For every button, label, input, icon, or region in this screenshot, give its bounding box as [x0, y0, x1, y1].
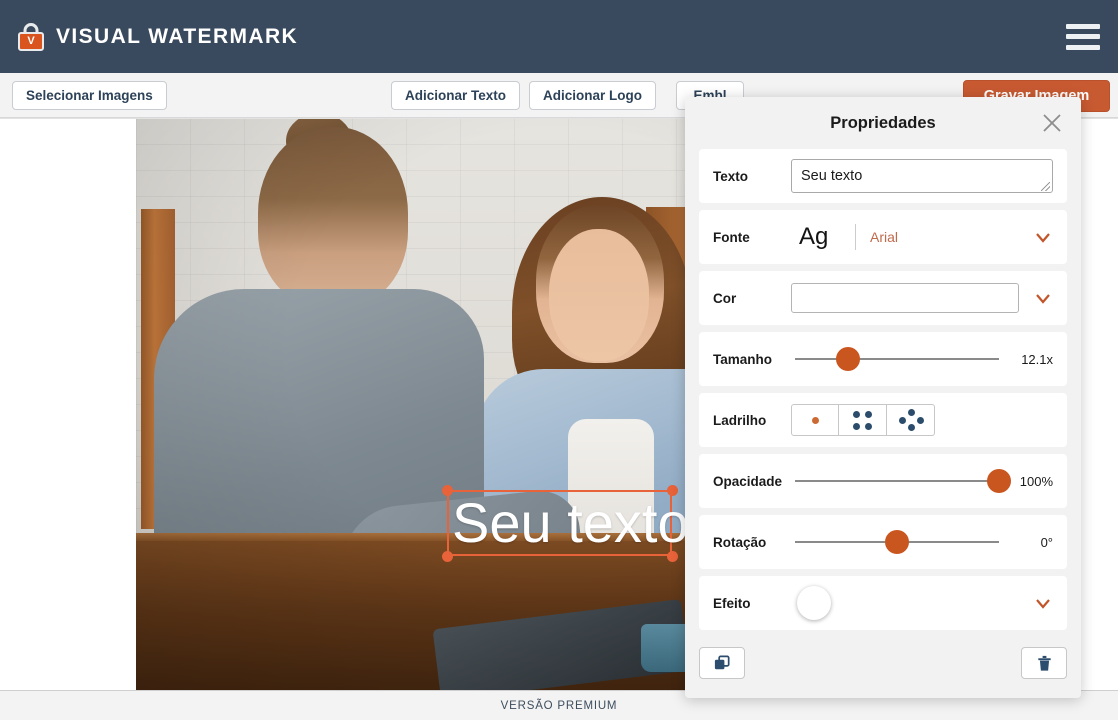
tile-option-single[interactable]	[791, 404, 839, 436]
effect-label: Efeito	[713, 595, 751, 611]
text-input-value: Seu texto	[801, 168, 863, 184]
chevron-down-icon[interactable]	[1033, 227, 1053, 247]
text-label: Texto	[713, 168, 749, 184]
row-color: Cor	[699, 271, 1067, 325]
size-slider[interactable]	[795, 347, 999, 371]
add-text-button[interactable]: Adicionar Texto	[391, 81, 521, 110]
row-tile: Ladrilho	[699, 393, 1067, 447]
delete-button[interactable]	[1021, 647, 1067, 679]
resize-grip-icon[interactable]	[1041, 182, 1050, 191]
tile-mode-group	[791, 404, 935, 436]
chevron-down-icon[interactable]	[1033, 593, 1053, 613]
duplicate-icon	[714, 655, 730, 669]
row-text: Texto Seu texto	[699, 149, 1067, 203]
grid-dots-icon	[853, 410, 872, 430]
add-logo-button[interactable]: Adicionar Logo	[529, 81, 656, 110]
row-font: Fonte Ag Arial	[699, 210, 1067, 264]
size-value: 12.1x	[1021, 351, 1053, 367]
trash-icon	[1037, 655, 1051, 671]
diamond-dots-icon	[898, 409, 924, 431]
font-select-value[interactable]: Arial	[870, 229, 1033, 245]
chevron-down-icon[interactable]	[1033, 288, 1053, 308]
effect-toggle[interactable]	[797, 586, 831, 620]
size-label: Tamanho	[713, 351, 773, 367]
opacity-value: 100%	[1019, 473, 1053, 489]
tile-option-diamond[interactable]	[887, 404, 935, 436]
panel-header: Propriedades	[685, 97, 1081, 149]
watermark-handle-bottom-left[interactable]	[442, 551, 453, 562]
page-title: Propriedades	[830, 113, 936, 132]
photo-person-b-face	[549, 229, 649, 361]
row-size: Tamanho 12.1x	[699, 332, 1067, 386]
panel-footer	[685, 637, 1081, 699]
font-preview: Ag	[799, 223, 829, 250]
color-label: Cor	[713, 290, 737, 306]
watermark-handle-top-right[interactable]	[667, 485, 678, 496]
select-images-button[interactable]: Selecionar Imagens	[12, 81, 167, 110]
rotation-slider-knob[interactable]	[885, 530, 909, 554]
tile-label: Ladrilho	[713, 412, 767, 428]
watermark-handle-top-left[interactable]	[442, 485, 453, 496]
properties-panel: Propriedades Texto Seu texto Fonte Ag Ar…	[685, 97, 1081, 698]
single-dot-icon	[811, 416, 819, 424]
rotation-label: Rotação	[713, 534, 767, 550]
hamburger-menu-icon[interactable]	[1066, 23, 1100, 50]
watermark-text[interactable]: Seu texto	[452, 493, 689, 553]
rotation-slider[interactable]	[795, 530, 999, 554]
color-swatch[interactable]	[791, 283, 1019, 313]
opacity-slider[interactable]	[795, 469, 1011, 493]
font-label: Fonte	[713, 229, 750, 245]
premium-version-label: VERSÃO PREMIUM	[500, 699, 618, 712]
divider	[855, 224, 856, 250]
rotation-value: 0°	[1040, 534, 1053, 550]
padlock-icon: V	[18, 22, 44, 51]
panel-body: Texto Seu texto Fonte Ag Arial Cor Taman…	[685, 149, 1081, 637]
app-window: V VISUAL WATERMARK Selecionar Imagens Ad…	[0, 0, 1118, 720]
app-header: V VISUAL WATERMARK	[0, 0, 1118, 73]
opacity-label: Opacidade	[713, 473, 783, 489]
tile-option-grid[interactable]	[839, 404, 887, 436]
row-rotation: Rotação 0°	[699, 515, 1067, 569]
brand: V VISUAL WATERMARK	[18, 22, 299, 51]
brand-name: VISUAL WATERMARK	[56, 24, 299, 48]
close-icon[interactable]	[1041, 112, 1063, 134]
size-slider-knob[interactable]	[836, 347, 861, 371]
row-opacity: Opacidade 100%	[699, 454, 1067, 508]
text-input[interactable]: Seu texto	[791, 159, 1053, 193]
logo-letter: V	[27, 34, 35, 47]
watermark-handle-bottom-right[interactable]	[667, 551, 678, 562]
row-effect: Efeito	[699, 576, 1067, 630]
duplicate-button[interactable]	[699, 647, 745, 679]
opacity-slider-knob[interactable]	[987, 469, 1011, 493]
